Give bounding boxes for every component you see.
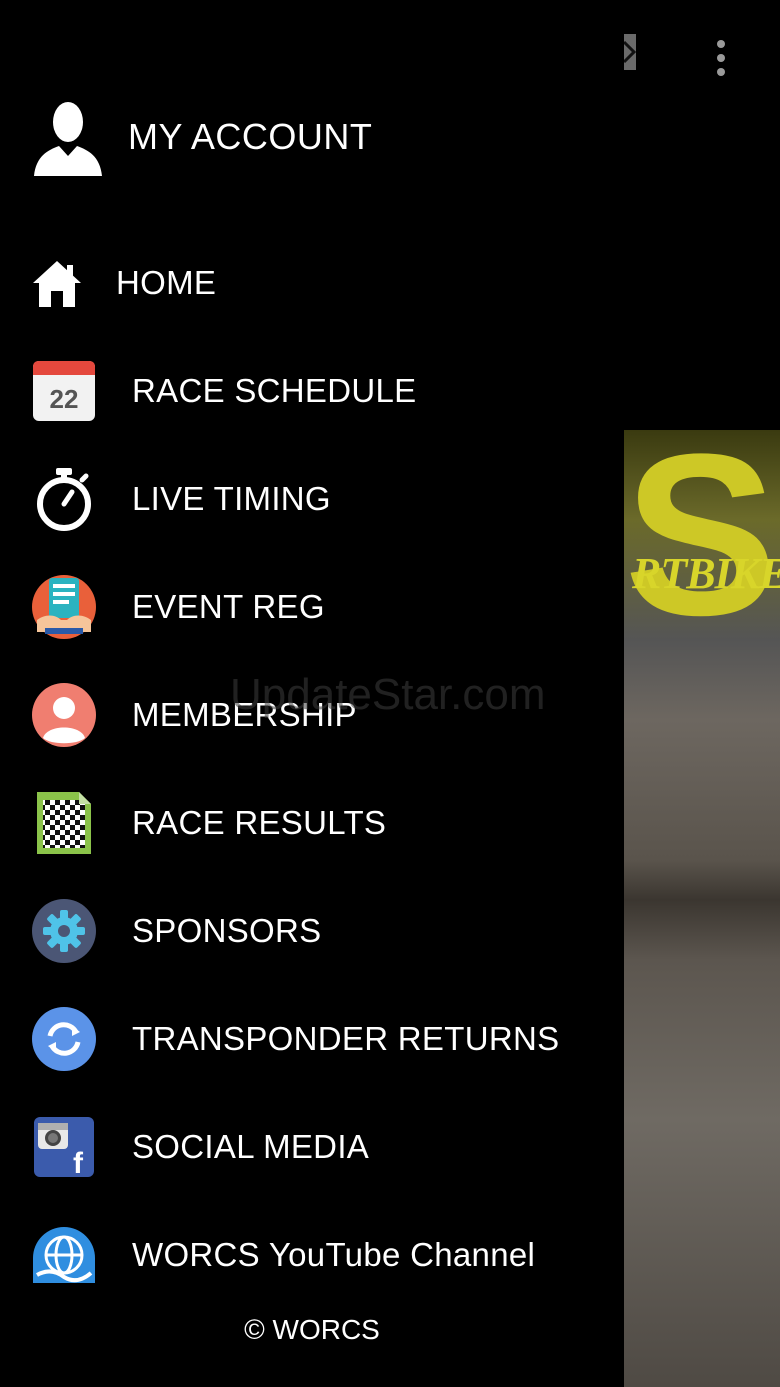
menu-item-social-media[interactable]: f SOCIAL MEDIA xyxy=(30,1112,369,1182)
menu-item-membership[interactable]: MEMBERSHIP xyxy=(30,680,357,750)
checkered-flag-icon xyxy=(30,789,98,857)
social-media-icon: f xyxy=(30,1113,98,1181)
menu-item-sponsors[interactable]: SPONSORS xyxy=(30,896,321,966)
menu-item-label: RACE RESULTS xyxy=(132,804,387,841)
menu-item-label: MEMBERSHIP xyxy=(132,696,357,733)
my-account-label: MY ACCOUNT xyxy=(128,116,373,157)
brand-logo-fragment: S xyxy=(624,406,777,663)
calendar-day-text: 22 xyxy=(50,384,79,414)
user-silhouette-icon xyxy=(34,102,102,176)
refresh-icon xyxy=(30,1005,98,1073)
navigation-drawer: MY ACCOUNT HOME 22 RACE SCHEDULE LIVE TI… xyxy=(0,0,624,1387)
background-content: S RTBIKE xyxy=(624,0,780,1387)
dot-icon xyxy=(717,40,725,48)
facebook-letter: f xyxy=(73,1147,84,1179)
menu-item-label: TRANSPONDER RETURNS xyxy=(132,1020,560,1057)
menu-item-label: SOCIAL MEDIA xyxy=(132,1128,370,1165)
copyright-footer: © WORCS xyxy=(244,1314,380,1345)
menu-item-label: HOME xyxy=(116,264,217,301)
brand-subtitle-fragment: RTBIKE xyxy=(632,549,780,598)
menu-item-home[interactable]: HOME xyxy=(30,248,216,318)
menu-item-event-reg[interactable]: EVENT REG xyxy=(30,572,325,642)
stopwatch-icon xyxy=(30,465,98,533)
menu-item-label: RACE SCHEDULE xyxy=(132,372,417,409)
menu-item-label: EVENT REG xyxy=(132,588,325,625)
my-account-button[interactable]: MY ACCOUNT xyxy=(32,98,372,176)
gear-icon xyxy=(30,897,98,965)
menu-item-race-results[interactable]: RACE RESULTS xyxy=(30,788,386,858)
menu-item-label: SPONSORS xyxy=(132,912,322,949)
registration-icon xyxy=(30,573,98,641)
menu-item-transponder-returns[interactable]: TRANSPONDER RETURNS xyxy=(30,1004,559,1074)
dot-icon xyxy=(717,68,725,76)
menu-item-label: LIVE TIMING xyxy=(132,480,331,517)
globe-icon xyxy=(30,1221,98,1289)
user-circle-icon xyxy=(30,681,98,749)
calendar-icon: 22 xyxy=(30,357,98,425)
overflow-menu-button[interactable] xyxy=(705,36,737,80)
menu-item-race-schedule[interactable]: 22 RACE SCHEDULE xyxy=(30,356,416,426)
home-icon xyxy=(30,249,84,317)
menu-item-label: WORCS YouTube Channel xyxy=(132,1236,536,1273)
menu-item-youtube-channel[interactable]: WORCS YouTube Channel xyxy=(30,1220,535,1290)
dot-icon xyxy=(717,54,725,62)
menu-item-live-timing[interactable]: LIVE TIMING xyxy=(30,464,331,534)
